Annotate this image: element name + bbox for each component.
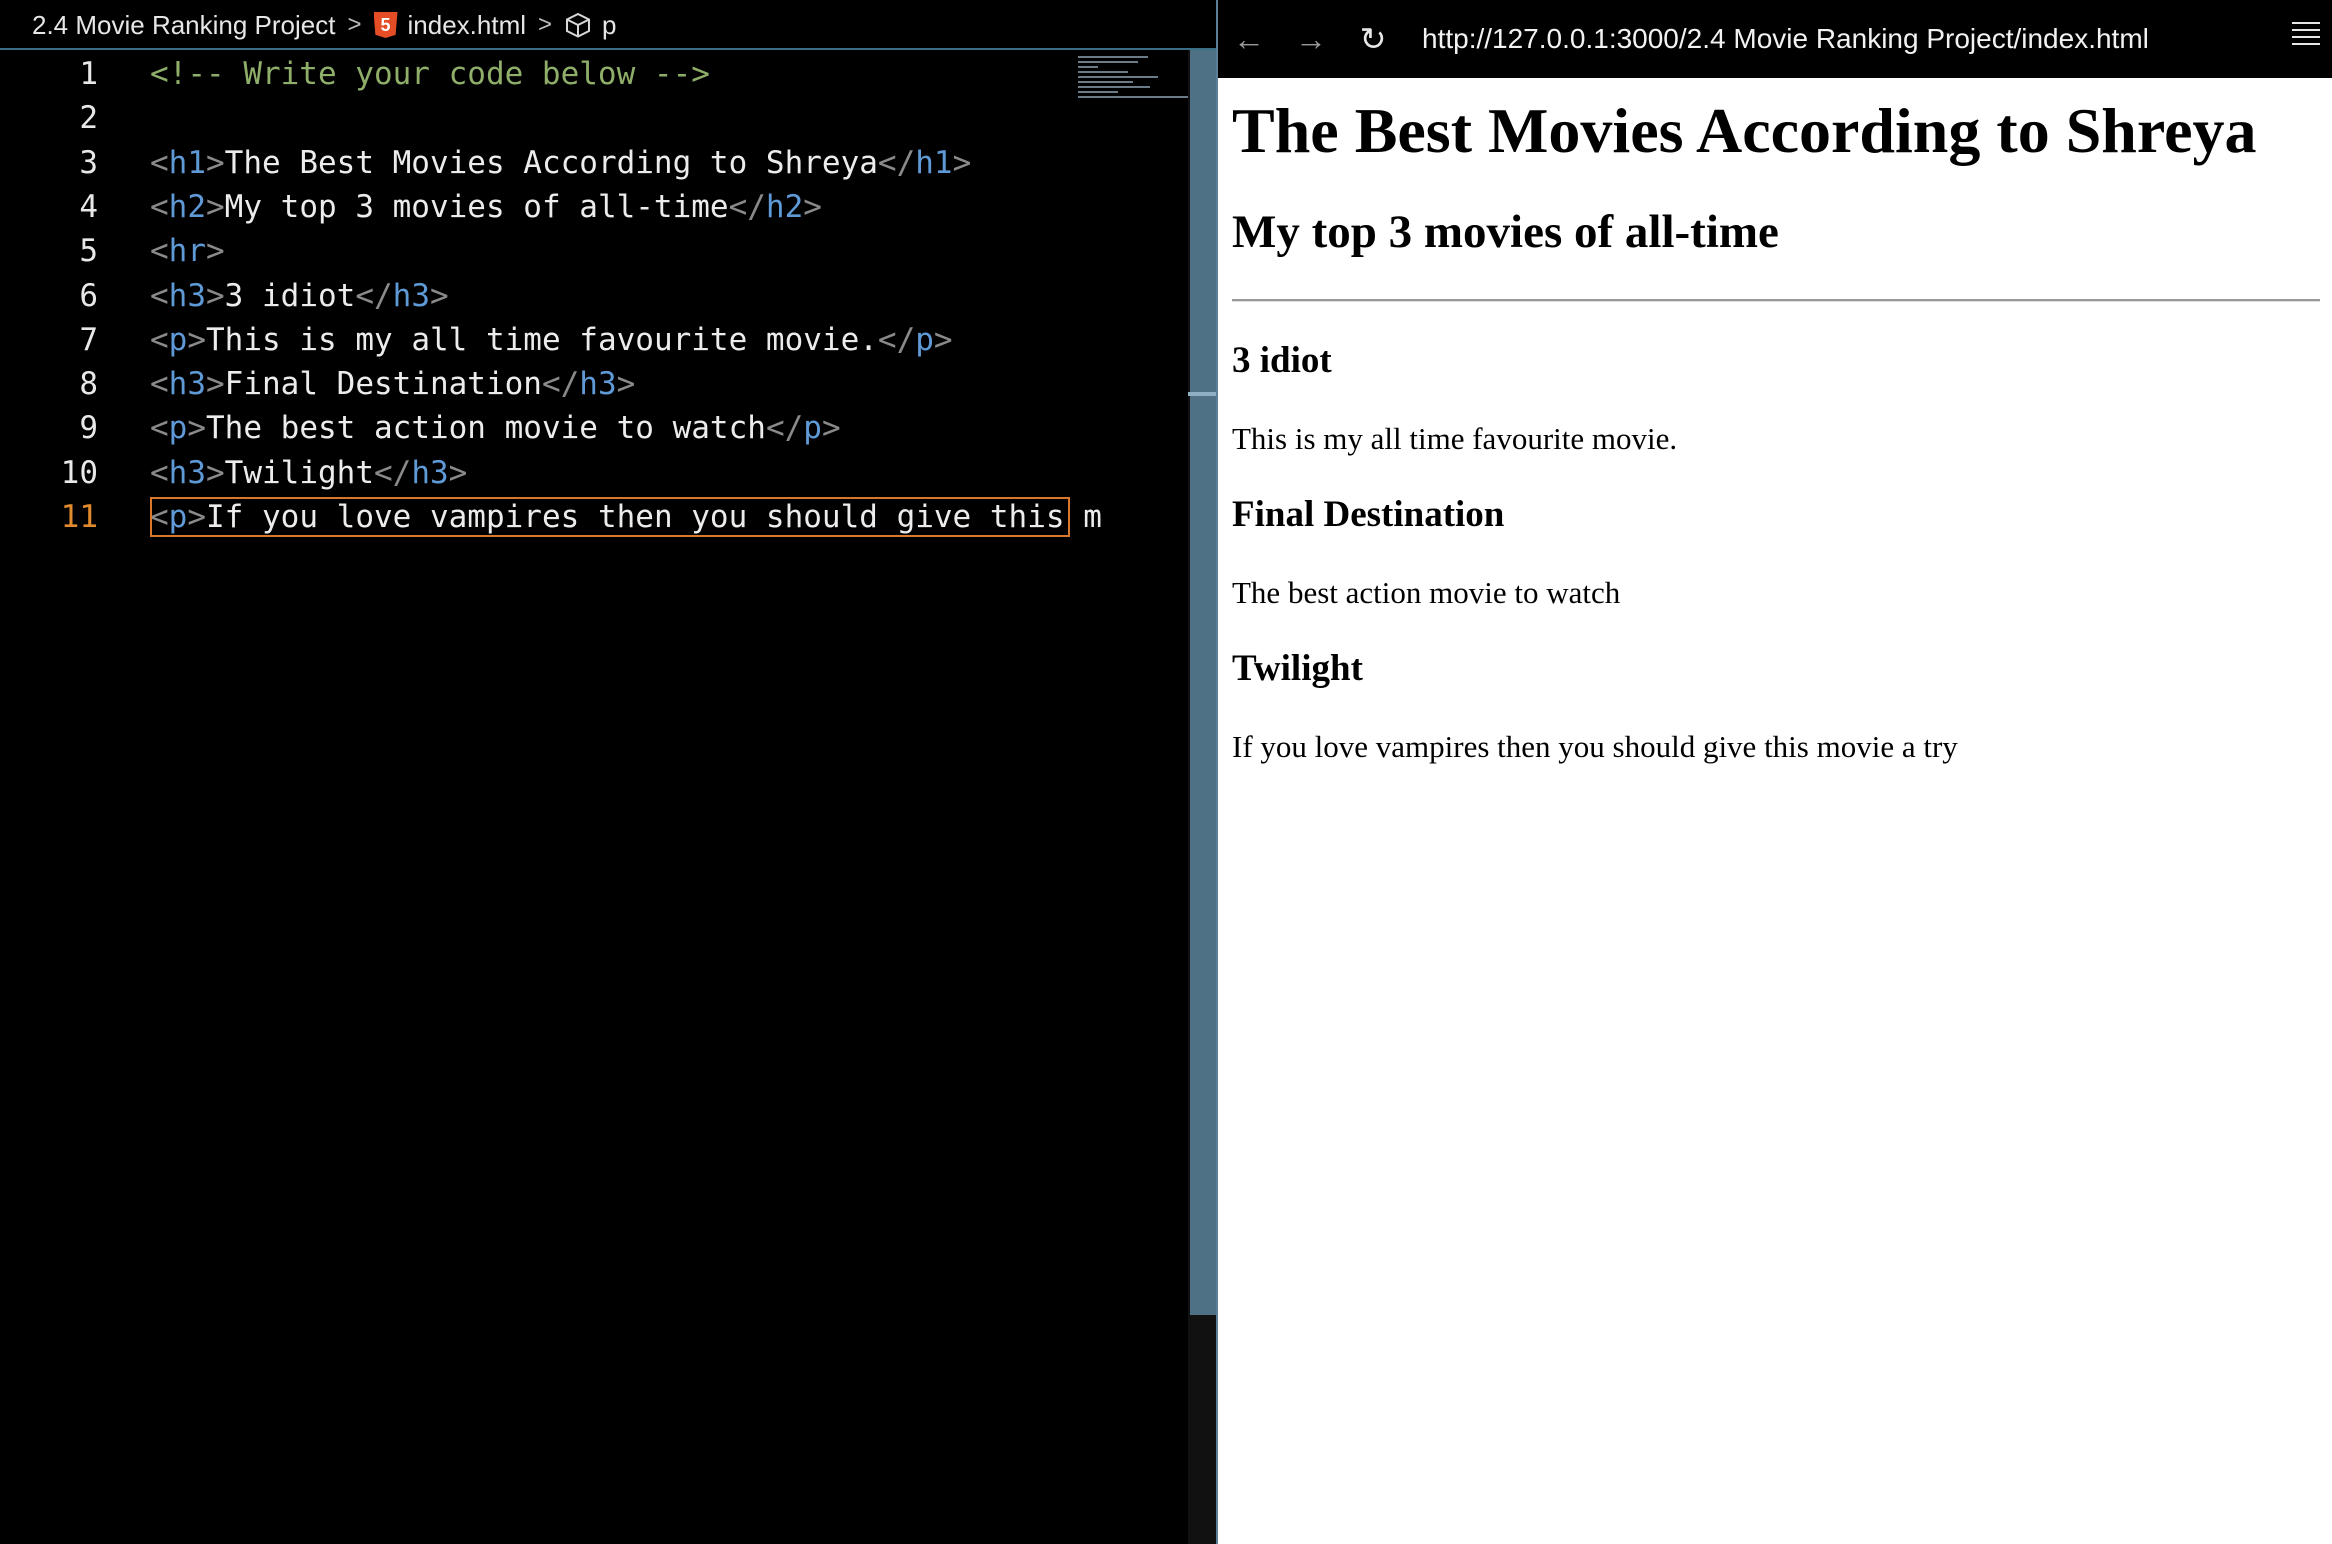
page-subheading: My top 3 movies of all-time [1232, 205, 1779, 258]
address-bar[interactable]: http://127.0.0.1:3000/2.4 Movie Ranking … [1422, 23, 2149, 55]
line-number: 4 [79, 188, 98, 225]
movie-description: The best action movie to watch [1232, 574, 1621, 610]
line-number: 7 [79, 321, 98, 358]
minimap[interactable] [1078, 56, 1188, 98]
code-line[interactable]: 1 <!-- Write your code below --> [0, 52, 1180, 96]
back-button[interactable]: ← [1218, 21, 1280, 58]
breadcrumb-file[interactable]: index.html [408, 10, 527, 41]
breadcrumb-folder[interactable]: 2.4 Movie Ranking Project [32, 10, 335, 41]
browser-toolbar: ← → ↻ http://127.0.0.1:3000/2.4 Movie Ra… [1218, 0, 2332, 78]
code-editor[interactable]: 2.4 Movie Ranking Project > 5 index.html… [0, 0, 1216, 1544]
breadcrumb-divider [0, 48, 1216, 50]
code-text: <hr> [150, 233, 225, 270]
browser-preview: ← → ↻ http://127.0.0.1:3000/2.4 Movie Ra… [1216, 0, 2332, 1544]
line-number: 2 [79, 100, 98, 137]
editor-scrollbar-thumb[interactable] [1190, 50, 1216, 1315]
html5-icon: 5 [373, 12, 398, 38]
menu-icon[interactable] [2292, 22, 2320, 56]
chevron-right-icon: > [538, 11, 553, 38]
line-number: 10 [60, 454, 98, 491]
page-heading: The Best Movies According to Shreya [1232, 95, 2257, 166]
forward-button[interactable]: → [1280, 21, 1342, 58]
code-line[interactable]: 9 <p>The best action movie to watch</p> [0, 406, 1180, 450]
movie-title: Final Destination [1232, 494, 1505, 536]
scrollbar-cursor-marker [1188, 392, 1216, 396]
code-line[interactable]: 8 <h3>Final Destination</h3> [0, 362, 1180, 406]
code-line[interactable]: 11 <p>If you love vampires then you shoul… [0, 495, 1180, 539]
movie-description: This is my all time favourite movie. [1232, 420, 1678, 456]
line-number: 5 [79, 233, 98, 270]
code-text: <h3>Final Destination</h3> [150, 366, 636, 403]
line-number: 11 [60, 499, 98, 535]
code-line[interactable]: 10 <h3>Twilight</h3> [0, 451, 1180, 495]
cube-icon [566, 12, 591, 38]
code-text: <h1>The Best Movies According to Shreya<… [150, 144, 972, 181]
code-line[interactable]: 4 <h2>My top 3 movies of all-time</h2> [0, 185, 1180, 229]
rendered-page: The Best Movies According to Shreya My t… [1218, 78, 2332, 765]
code-line[interactable]: 3 <h1>The Best Movies According to Shreya… [0, 141, 1180, 185]
code-text: <h3>3 idiot</h3> [150, 277, 449, 314]
active-line-highlight [150, 497, 1070, 537]
code-line[interactable]: 5 <hr> [0, 229, 1180, 273]
breadcrumb: 2.4 Movie Ranking Project > 5 index.html… [0, 2, 1216, 48]
code-text: <p>The best action movie to watch</p> [150, 410, 841, 447]
code-text: <p>This is my all time favourite movie.<… [150, 321, 953, 358]
horizontal-rule [1232, 298, 2320, 302]
code-line[interactable]: 7 <p>This is my all time favourite movie.… [0, 318, 1180, 362]
line-number: 1 [79, 56, 98, 92]
line-number: 3 [79, 144, 98, 181]
code-text: <h3>Twilight</h3> [150, 454, 468, 491]
movie-description: If you love vampires then you should giv… [1232, 728, 1958, 764]
line-number: 8 [79, 366, 98, 403]
code-line[interactable]: 6 <h3>3 idiot</h3> [0, 274, 1180, 318]
code-line[interactable]: 2 [0, 96, 1180, 140]
chevron-right-icon: > [347, 11, 362, 38]
line-number: 9 [79, 410, 98, 447]
code-text: <!-- Write your code below --> [150, 56, 710, 92]
code-text: <h2>My top 3 movies of all-time</h2> [150, 188, 822, 225]
movie-title: 3 idiot [1232, 339, 1332, 381]
reload-button[interactable]: ↻ [1342, 20, 1404, 58]
line-number: 6 [79, 277, 98, 314]
breadcrumb-element[interactable]: p [602, 10, 616, 41]
movie-title: Twilight [1232, 648, 1363, 690]
